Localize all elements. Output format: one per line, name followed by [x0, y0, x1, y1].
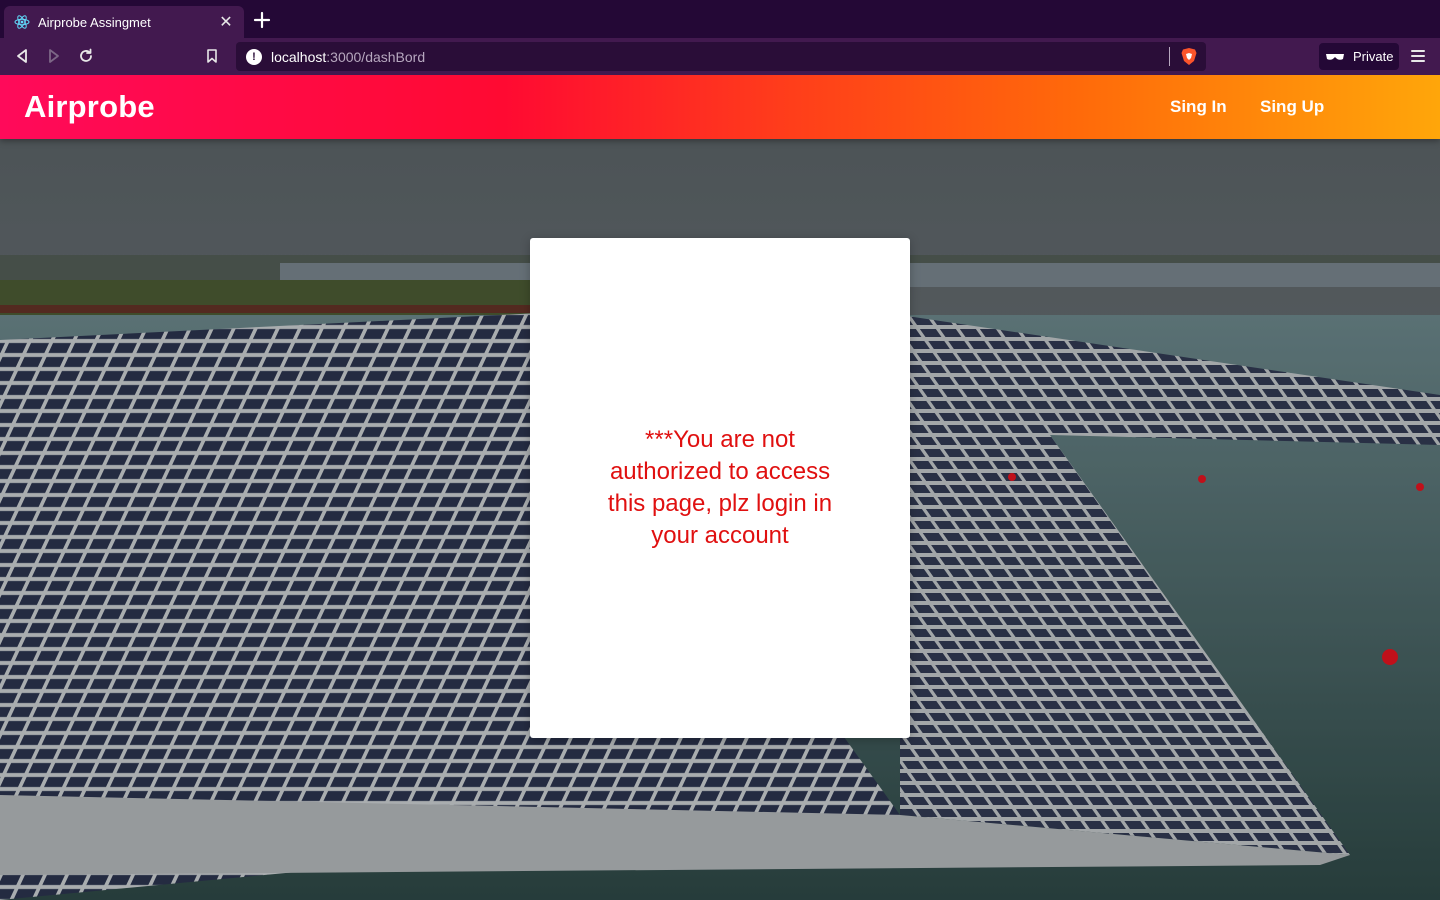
app-navbar: Airprobe Sing In Sing Up — [0, 75, 1440, 139]
bookmark-button[interactable] — [202, 46, 222, 66]
close-tab-icon[interactable]: ✕ — [218, 12, 234, 32]
back-arrow-icon — [17, 49, 27, 63]
forward-arrow-icon — [49, 49, 59, 63]
private-glasses-icon — [1325, 52, 1345, 62]
hamburger-menu-icon[interactable] — [1410, 47, 1426, 65]
address-bar[interactable]: ! localhost:3000/dashBord — [236, 42, 1206, 71]
browser-tab-bar: Airprobe Assingmet ✕ — [0, 0, 1440, 38]
reload-icon — [80, 48, 92, 62]
reload-button[interactable] — [76, 46, 96, 66]
bookmark-icon — [207, 49, 217, 63]
tab-title: Airprobe Assingmet — [38, 14, 151, 30]
url-path: :3000/dashBord — [326, 48, 426, 65]
react-icon — [14, 14, 30, 30]
brand-logo[interactable]: Airprobe — [24, 89, 155, 125]
browser-tab[interactable]: Airprobe Assingmet ✕ — [4, 6, 244, 38]
browser-toolbar: ! localhost:3000/dashBord Private — [0, 38, 1440, 75]
unauthorized-message: ***You are not authorized to access this… — [607, 426, 833, 549]
private-window-badge: Private — [1319, 43, 1399, 70]
new-tab-button[interactable] — [252, 10, 272, 30]
site-info-icon[interactable]: ! — [246, 48, 262, 65]
brave-shields-icon[interactable] — [1180, 47, 1198, 66]
url-divider — [1169, 47, 1170, 66]
url-host: localhost — [271, 48, 327, 65]
auth-message-card: ***You are not authorized to access this… — [530, 238, 910, 738]
plus-icon — [253, 11, 271, 29]
sign-in-link[interactable]: Sing In — [1170, 97, 1227, 117]
page-viewport: Airprobe Sing In Sing Up ***You are not … — [0, 75, 1440, 900]
back-button[interactable] — [12, 46, 32, 66]
private-label: Private — [1353, 49, 1394, 64]
sign-up-link[interactable]: Sing Up — [1260, 97, 1324, 117]
forward-button[interactable] — [44, 46, 64, 66]
